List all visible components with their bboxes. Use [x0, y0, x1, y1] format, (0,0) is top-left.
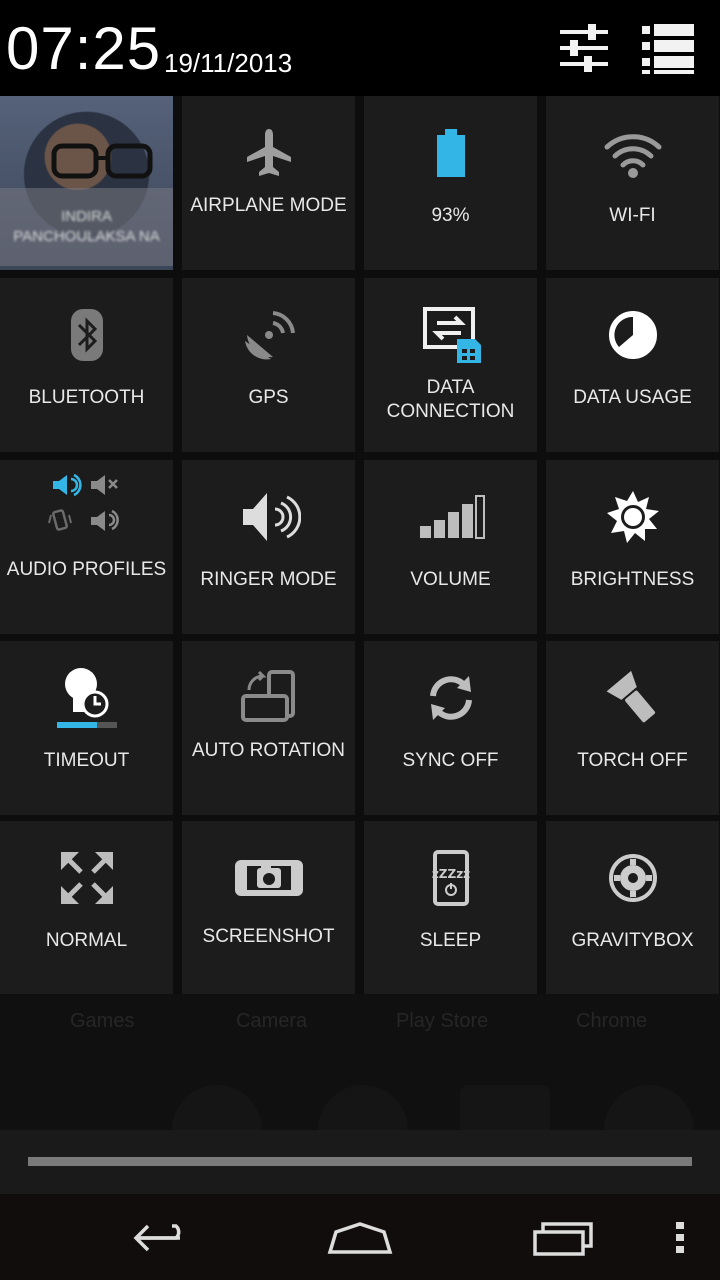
avatar-glasses	[51, 143, 153, 179]
tune-sliders-icon[interactable]	[554, 18, 614, 78]
tile-label: AIRPLANE MODE	[190, 195, 347, 216]
tile-label: TIMEOUT	[43, 750, 130, 771]
tile-label: NORMAL	[45, 930, 128, 951]
profile-name-band: INDIRA PANCHOULAKSA NA	[0, 188, 173, 266]
tile-label: RINGER MODE	[200, 569, 337, 590]
back-button[interactable]	[120, 1208, 200, 1268]
quick-settings-header: 07:25 19/11/2013	[0, 0, 720, 96]
tile-torch[interactable]: TORCH OFF	[546, 641, 719, 815]
tile-normal[interactable]: NORMAL	[0, 821, 173, 995]
tile-label: TORCH OFF	[577, 750, 688, 771]
tile-auto-rotation[interactable]: AUTO ROTATION	[182, 641, 355, 815]
tile-data-usage[interactable]: DATA USAGE	[546, 278, 719, 452]
bluetooth-icon	[70, 309, 103, 361]
tile-gravitybox[interactable]: GRAVITYBOX	[546, 821, 719, 995]
list-icon[interactable]	[638, 18, 698, 78]
clock: 07:25	[6, 15, 162, 82]
wifi-icon	[604, 134, 661, 178]
data-usage-icon	[608, 311, 657, 359]
tile-label: BLUETOOTH	[28, 387, 145, 408]
tile-label: AUTO ROTATION	[191, 740, 346, 761]
airplane-icon	[246, 129, 291, 176]
sleep-icon: zZZzz	[431, 850, 470, 906]
tile-label: 93%	[431, 205, 470, 226]
bg-app-label: Chrome	[576, 1010, 648, 1032]
tile-battery[interactable]: 93%	[364, 96, 537, 270]
camera-icon	[234, 860, 303, 896]
bg-app-label: Camera	[236, 1010, 308, 1032]
tile-volume[interactable]: VOLUME	[364, 460, 537, 634]
profile-tile[interactable]: INDIRA PANCHOULAKSA NA	[0, 96, 173, 270]
brightness-icon	[606, 491, 659, 543]
navigation-bar	[0, 1194, 720, 1280]
tile-label: SCREENSHOT	[202, 926, 335, 947]
tile-label: BRIGHTNESS	[570, 569, 695, 590]
tile-label: AUDIO PROFILES	[6, 559, 167, 580]
expand-icon	[60, 852, 113, 904]
tile-timeout[interactable]: TIMEOUT	[0, 641, 173, 815]
gps-icon	[244, 311, 295, 360]
tile-screenshot[interactable]: SCREENSHOT	[182, 821, 355, 995]
tile-sleep[interactable]: zZZzz SLEEP	[364, 821, 537, 995]
rotation-icon	[240, 670, 295, 722]
recents-button[interactable]	[522, 1208, 602, 1268]
tile-ringer[interactable]: RINGER MODE	[182, 460, 355, 634]
date: 19/11/2013	[164, 48, 293, 78]
gear-icon	[608, 854, 657, 902]
tile-airplane[interactable]: AIRPLANE MODE	[182, 96, 355, 270]
bg-app-label: Play Store	[396, 1010, 489, 1032]
tile-wifi[interactable]: WI-FI	[546, 96, 719, 270]
tile-label: DATA USAGE	[573, 387, 692, 408]
tile-audio-profiles[interactable]: AUDIO PROFILES	[0, 460, 173, 634]
home-icon	[327, 1222, 393, 1254]
ringer-icon	[242, 493, 301, 541]
volume-icon	[419, 495, 485, 539]
tile-label: VOLUME	[410, 569, 491, 590]
data-connection-icon	[422, 307, 481, 363]
tile-gps[interactable]: GPS	[182, 278, 355, 452]
tile-label: GRAVITYBOX	[571, 930, 694, 951]
menu-icon	[676, 1222, 684, 1253]
sync-icon	[429, 676, 472, 720]
timeout-icon	[56, 668, 117, 728]
audio-profiles-icon	[47, 473, 119, 531]
tile-label: SLEEP	[419, 930, 482, 951]
home-button[interactable]	[320, 1208, 400, 1268]
profile-name: INDIRA PANCHOULAKSA NA	[13, 208, 160, 245]
clock-date[interactable]: 07:25 19/11/2013	[0, 0, 298, 96]
back-icon	[133, 1224, 181, 1252]
shade-drag-handle[interactable]	[28, 1157, 692, 1166]
tile-label: GPS	[248, 387, 289, 408]
tile-brightness[interactable]: BRIGHTNESS	[546, 460, 719, 634]
overflow-menu-button[interactable]	[640, 1208, 720, 1268]
tile-bluetooth[interactable]: BLUETOOTH	[0, 278, 173, 452]
tile-sync[interactable]: SYNC OFF	[364, 641, 537, 815]
torch-icon	[606, 670, 655, 723]
tile-label: SYNC OFF	[402, 750, 499, 771]
tile-label: DATA CONNECTION	[386, 377, 515, 422]
tile-data-connection[interactable]: DATA CONNECTION	[364, 278, 537, 452]
tile-label: WI-FI	[609, 205, 656, 226]
svg-text:zZZzz: zZZzz	[431, 867, 469, 881]
recents-icon	[533, 1222, 593, 1256]
battery-icon	[436, 129, 465, 177]
bg-app-label: Games	[70, 1010, 135, 1032]
